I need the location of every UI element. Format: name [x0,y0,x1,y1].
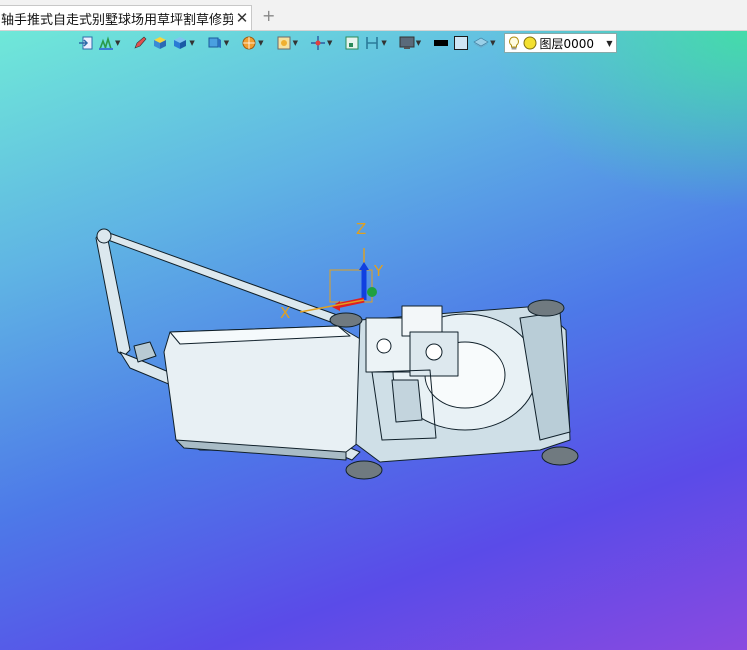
axis-y-label: Y [373,262,384,280]
lawn-tool-button[interactable]: ▼ [98,33,120,53]
layer-name: 图层0000 [539,36,595,51]
chevron-down-icon[interactable]: ▼ [416,39,421,47]
black-color-button[interactable] [433,33,449,53]
import-button[interactable] [78,33,94,53]
lawn-mower-model[interactable]: Z Y X [0,0,747,650]
white-color-button[interactable] [453,33,469,53]
lightbulb-icon[interactable] [508,35,520,51]
grass-catcher [163,325,363,461]
view-toolbar: ▼ ▼ ▼ ▼ ▼ ▼ ▼ ▼ ▼ 图层0000 ▼ [78,32,617,54]
axis-move-icon [310,36,325,50]
chevron-down-icon[interactable]: ▼ [381,39,386,47]
view-cube-button[interactable]: ▼ [207,33,229,53]
axis-move-button[interactable]: ▼ [310,33,332,53]
pencil-button[interactable] [132,33,148,53]
render-style-icon [242,36,256,50]
pencil-icon [134,36,147,49]
section-icon [366,37,379,49]
chevron-down-icon[interactable]: ▼ [189,39,194,47]
layer-selector[interactable]: 图层0000 ▼ [503,33,617,53]
chevron-down-icon[interactable]: ▼ [258,39,263,47]
fit-box-icon [345,36,359,50]
black-swatch [434,40,449,46]
layer-color-icon[interactable] [523,36,537,50]
section-button[interactable]: ▼ [364,33,387,53]
axis-z-label: Z [356,220,366,238]
view-cube-icon [208,37,221,48]
solid-blue-button[interactable]: ▼ [172,33,195,53]
chevron-down-icon[interactable]: ▼ [224,39,229,47]
chevron-down-icon[interactable]: ▼ [293,39,298,47]
chevron-down-icon[interactable]: ▼ [115,39,120,47]
chevron-down-icon[interactable]: ▼ [606,39,612,48]
white-swatch [454,36,469,50]
import-icon [79,36,93,50]
render-style-button[interactable]: ▼ [241,33,264,53]
image-frame-icon [277,36,291,50]
display-icon [399,36,415,49]
cube-yellow-icon [154,37,167,49]
image-frame-button[interactable]: ▼ [276,33,298,53]
layer-stack-button[interactable]: ▼ [473,33,496,53]
cube-blue-icon [174,37,187,49]
chevron-down-icon[interactable]: ▼ [327,39,332,47]
solid-yellow-button[interactable] [152,33,168,53]
lawn-tool-icon [99,36,113,50]
fit-box-button[interactable] [344,33,360,53]
display-button[interactable]: ▼ [399,33,421,53]
chevron-down-icon[interactable]: ▼ [490,39,495,47]
axis-x-label: X [280,304,290,322]
layer-stack-icon [473,37,489,48]
